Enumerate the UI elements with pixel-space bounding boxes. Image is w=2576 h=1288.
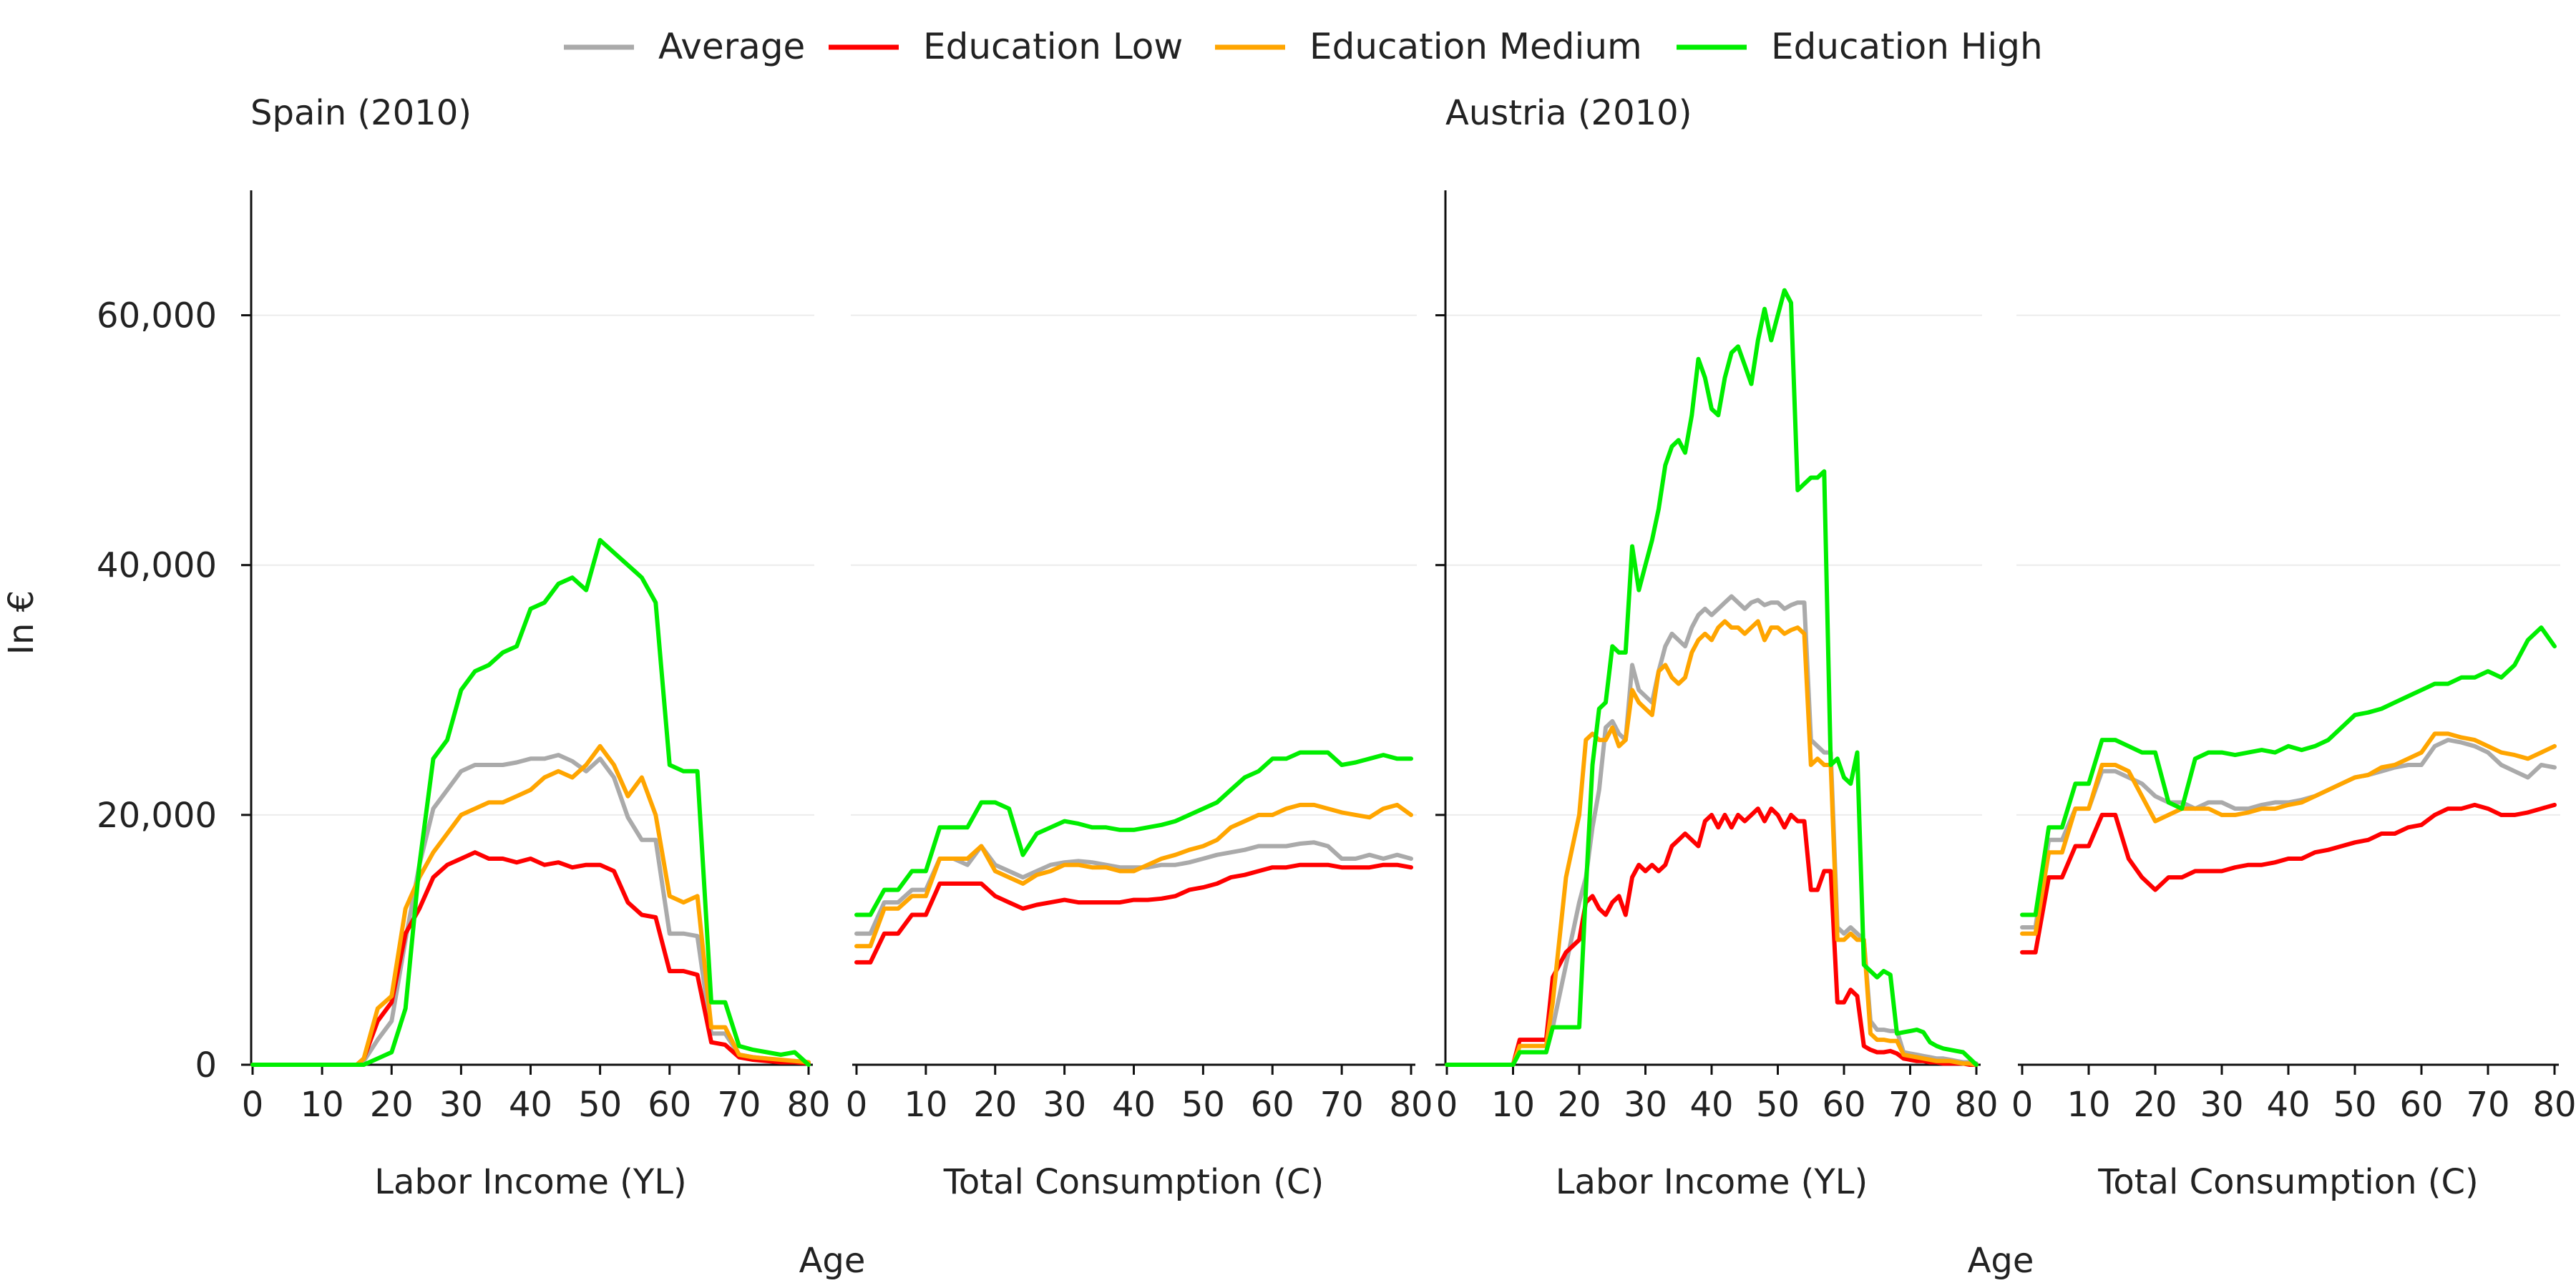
x-tick-label: 10 (2067, 1085, 2110, 1125)
series-line-average (250, 753, 811, 1067)
panel-austria-2010-labor-income-yl: 0 10 20 30 40 50 60 70 80 Labor Income (YL) (1435, 190, 1999, 1202)
y-tick-label: 40,000 (97, 546, 217, 586)
x-tick-label: 30 (439, 1085, 483, 1125)
x-tick-label: 70 (1888, 1085, 1932, 1125)
chart-panels: Spain (2010) Austria (2010) 0 10 20 30 40 50 60 7… (97, 93, 2576, 1202)
legend-label-education-medium: Education Medium (1309, 26, 1642, 67)
x-tick-label: 40 (1112, 1085, 1156, 1125)
x-tick-label: 50 (1181, 1085, 1225, 1125)
panel-label: Total Consumption (C) (2097, 1162, 2479, 1202)
x-tick-label: 70 (717, 1085, 761, 1125)
x-tick-label: 10 (904, 1085, 947, 1125)
panel-austria-2010-total-consumption-c: 0 10 20 30 40 50 60 70 80 Total Consumption (C) (2011, 314, 2576, 1202)
x-tick-label: 40 (509, 1085, 552, 1125)
x-tick-label: 50 (578, 1085, 622, 1125)
y-tick-label: 60,000 (97, 296, 217, 336)
x-tick-label: 40 (2266, 1085, 2310, 1125)
x-tick-label: 20 (370, 1085, 414, 1125)
x-tick-label: 20 (1557, 1085, 1601, 1125)
y-tick-label: 0 (195, 1045, 217, 1085)
x-tick-label: 0 (1436, 1085, 1458, 1125)
x-tick-label: 60 (1251, 1085, 1294, 1125)
panel-label: Total Consumption (C) (943, 1162, 1324, 1202)
legend-label-education-low: Education Low (923, 26, 1183, 67)
x-tick-label: 40 (1689, 1085, 1733, 1125)
x-tick-label: 60 (2399, 1085, 2443, 1125)
x-tick-label: 20 (2133, 1085, 2177, 1125)
x-tick-label: 10 (1491, 1085, 1535, 1125)
x-tick-label: 80 (2532, 1085, 2576, 1125)
country-title-spain-2010: Spain (2010) (250, 93, 472, 133)
x-tick-label: 60 (1822, 1085, 1865, 1125)
x-tick-label: 80 (1954, 1085, 1998, 1125)
series-line-education-low (854, 862, 1413, 965)
series-line-education-medium (2020, 731, 2557, 936)
x-tick-label: 80 (1389, 1085, 1433, 1125)
x-tick-label: 20 (973, 1085, 1017, 1125)
series-line-education-medium (1445, 619, 1979, 1067)
x-tick-label: 70 (1320, 1085, 1364, 1125)
y-tick-label: 20,000 (97, 796, 217, 836)
legend-label-education-high: Education High (1771, 26, 2043, 67)
chart-figure: Average Education Low Education Medium Educ… (1, 26, 2576, 1281)
x-tick-label: 10 (301, 1085, 344, 1125)
x-tick-label: 70 (2466, 1085, 2509, 1125)
x-tick-label: 0 (846, 1085, 868, 1125)
x-tick-label: 30 (2200, 1085, 2243, 1125)
x-axis-title-left: Age (799, 1241, 866, 1281)
series-line-education-high (1445, 288, 1979, 1067)
legend-label-average: Average (658, 26, 805, 67)
series-line-education-low (2020, 802, 2557, 955)
x-tick-label: 30 (1624, 1085, 1667, 1125)
x-tick-label: 50 (1756, 1085, 1800, 1125)
x-tick-label: 0 (2011, 1085, 2034, 1125)
chart-legend: Average Education Low Education Medium Educ… (564, 26, 2043, 67)
series-line-education-high (854, 750, 1413, 917)
country-title-austria-2010: Austria (2010) (1445, 93, 1692, 133)
x-tick-label: 30 (1043, 1085, 1086, 1125)
x-axis-title-right: Age (1968, 1241, 2034, 1281)
panel-spain-2010-total-consumption-c: 0 10 20 30 40 50 60 70 80 Total Consumption (C) (846, 314, 1433, 1202)
series-line-education-high (250, 537, 811, 1067)
panel-spain-2010-labor-income-yl: 0 10 20 30 40 50 60 70 80 Labor Income (YL) 0 20,00… (97, 190, 831, 1202)
series-line-education-medium (250, 743, 811, 1067)
series-line-average (1445, 594, 1979, 1067)
panel-label: Labor Income (YL) (1556, 1162, 1868, 1202)
x-tick-label: 60 (648, 1085, 691, 1125)
panel-label: Labor Income (YL) (374, 1162, 686, 1202)
x-tick-label: 0 (242, 1085, 264, 1125)
x-tick-label: 80 (786, 1085, 830, 1125)
x-tick-label: 50 (2333, 1085, 2376, 1125)
y-axis-title: In € (1, 590, 42, 655)
